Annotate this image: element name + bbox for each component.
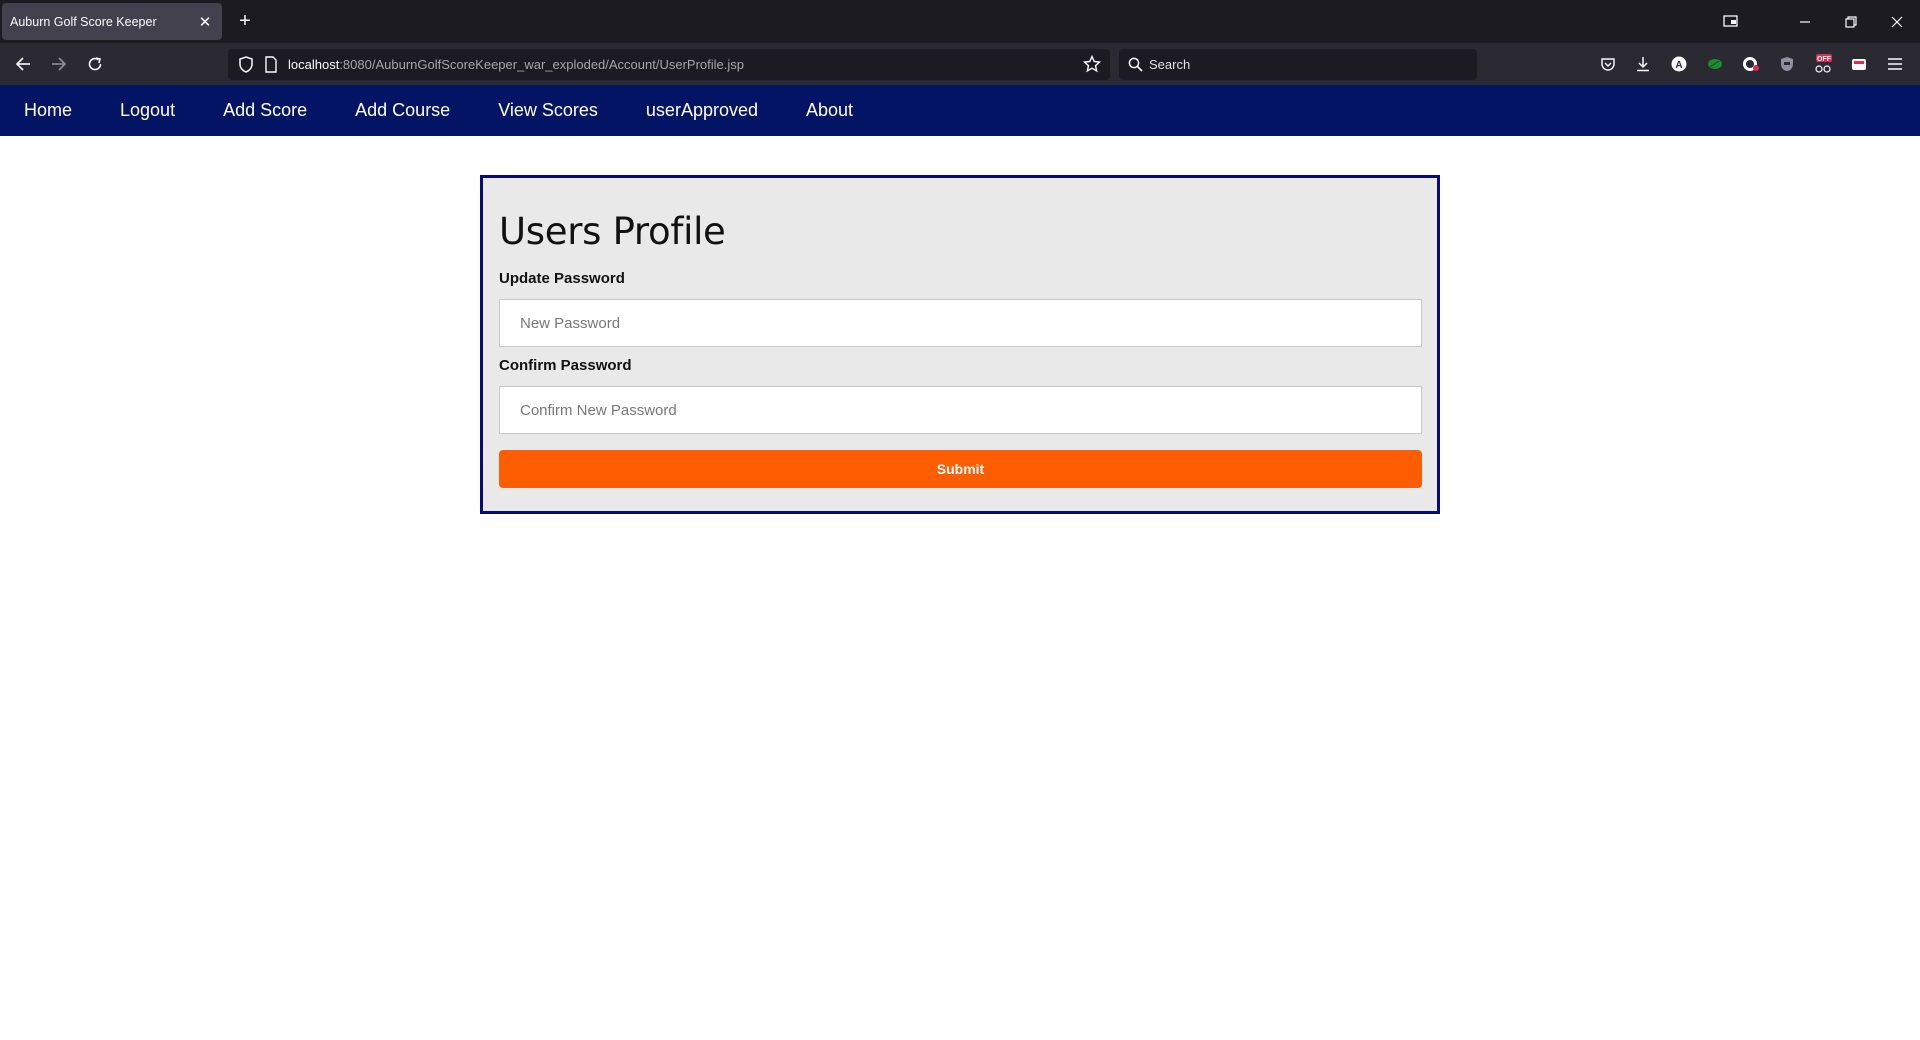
nav-home-link[interactable]: Home bbox=[0, 85, 96, 136]
picture-in-picture-icon[interactable] bbox=[1708, 0, 1754, 43]
downloads-icon[interactable] bbox=[1632, 53, 1654, 75]
confirm-password-input[interactable] bbox=[499, 386, 1422, 434]
nav-add-course-link[interactable]: Add Course bbox=[331, 85, 474, 136]
nav-add-score-link[interactable]: Add Score bbox=[199, 85, 331, 136]
menu-icon[interactable] bbox=[1884, 53, 1906, 75]
account-icon[interactable]: A bbox=[1668, 53, 1690, 75]
off-badge-text: OFF bbox=[1817, 56, 1832, 63]
url-text[interactable]: localhost:8080/AuburnGolfScoreKeeper_war… bbox=[288, 49, 744, 80]
nav-user-approved-link[interactable]: userApproved bbox=[622, 85, 782, 136]
close-tab-icon[interactable]: ✕ bbox=[196, 13, 214, 31]
tracking-protection-shield-icon[interactable] bbox=[238, 56, 254, 78]
confirm-password-label: Confirm Password bbox=[499, 357, 632, 374]
extension-colored-icon[interactable] bbox=[1848, 53, 1870, 75]
extension-coupon-icon[interactable]: OFF bbox=[1812, 53, 1834, 75]
browser-tab[interactable]: Auburn Golf Score Keeper ✕ bbox=[2, 3, 222, 40]
search-icon bbox=[1128, 57, 1143, 77]
back-icon[interactable] bbox=[10, 51, 36, 77]
extension-shield-icon[interactable] bbox=[1776, 53, 1798, 75]
update-password-label: Update Password bbox=[499, 270, 625, 287]
page-title: Users Profile bbox=[499, 210, 726, 253]
close-window-icon[interactable] bbox=[1874, 0, 1920, 43]
page-info-icon[interactable] bbox=[264, 56, 278, 78]
pocket-icon[interactable] bbox=[1597, 53, 1619, 75]
address-bar[interactable]: localhost:8080/AuburnGolfScoreKeeper_war… bbox=[228, 49, 1110, 80]
extension-globe-icon[interactable] bbox=[1740, 53, 1762, 75]
search-bar[interactable]: Search bbox=[1119, 49, 1477, 80]
forward-icon[interactable] bbox=[46, 51, 72, 77]
url-host: localhost bbox=[288, 57, 340, 72]
svg-text:A: A bbox=[1675, 60, 1682, 71]
site-navigation: Home Logout Add Score Add Course View Sc… bbox=[0, 85, 1920, 136]
tab-title: Auburn Golf Score Keeper bbox=[10, 14, 157, 29]
bookmark-star-icon[interactable] bbox=[1082, 54, 1102, 78]
minimize-icon[interactable] bbox=[1782, 0, 1828, 43]
search-placeholder: Search bbox=[1149, 57, 1191, 72]
new-password-input[interactable] bbox=[499, 299, 1422, 347]
reload-icon[interactable] bbox=[82, 51, 108, 77]
nav-logout-link[interactable]: Logout bbox=[96, 85, 199, 136]
submit-button[interactable]: Submit bbox=[499, 450, 1422, 488]
nav-view-scores-link[interactable]: View Scores bbox=[474, 85, 622, 136]
user-profile-form: Users Profile Update Password Confirm Pa… bbox=[480, 175, 1440, 514]
browser-tab-strip: Auburn Golf Score Keeper ✕ + bbox=[0, 0, 1920, 43]
restore-icon[interactable] bbox=[1828, 0, 1874, 43]
extension-leaf-icon[interactable] bbox=[1704, 53, 1726, 75]
new-tab-icon[interactable]: + bbox=[234, 10, 256, 32]
url-path: :8080/AuburnGolfScoreKeeper_war_exploded… bbox=[339, 57, 744, 72]
nav-about-link[interactable]: About bbox=[782, 85, 877, 136]
